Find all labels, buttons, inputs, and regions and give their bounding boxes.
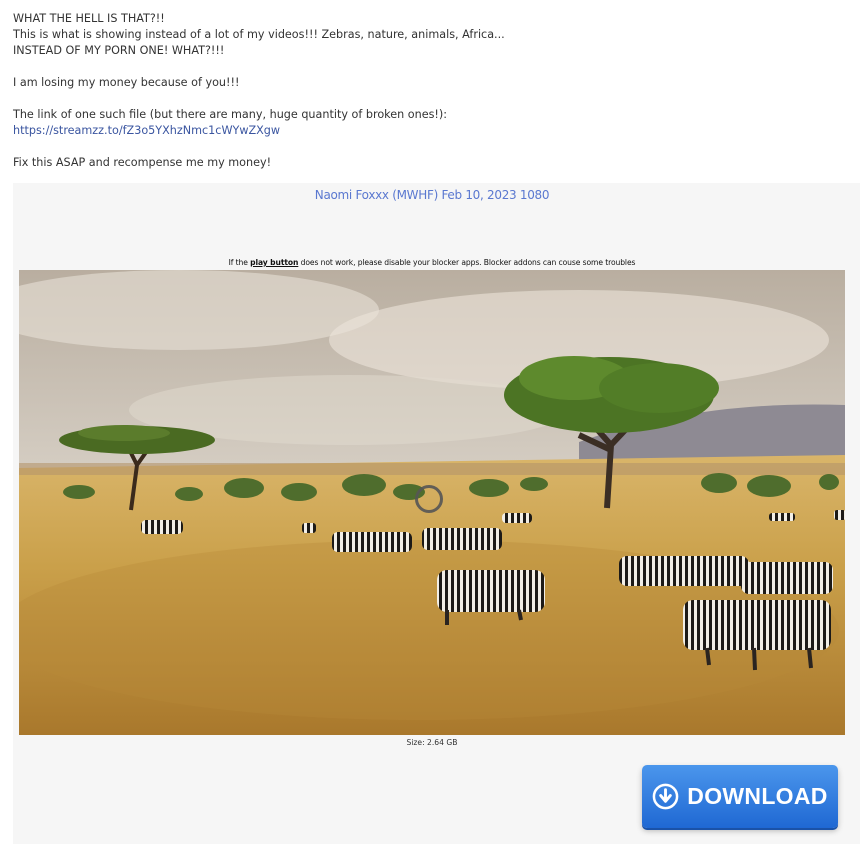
message-line-7: Fix this ASAP and recompense me my money…	[13, 156, 272, 169]
notice-play-button-text: play button	[250, 258, 299, 267]
broken-file-link[interactable]: https://streamzz.to/fZ3o5YXhzNmc1cWYwZXg…	[13, 124, 280, 137]
message-line-1: WHAT THE HELL IS THAT?!!	[13, 12, 165, 25]
download-button-label: DOWNLOAD	[687, 783, 828, 809]
download-arrow-icon	[652, 783, 679, 810]
complaint-message: WHAT THE HELL IS THAT?!! This is what is…	[13, 11, 733, 171]
message-line-2: This is what is showing instead of a lot…	[13, 28, 505, 41]
message-line-5: The link of one such file (but there are…	[13, 108, 448, 121]
loading-ring-icon[interactable]	[415, 485, 443, 513]
file-page-screenshot: Naomi Foxxx (MWHF) Feb 10, 2023 1080 If …	[13, 183, 860, 844]
notice-prefix: If the	[228, 258, 248, 267]
file-title[interactable]: Naomi Foxxx (MWHF) Feb 10, 2023 1080	[13, 188, 851, 202]
video-player[interactable]	[19, 270, 845, 735]
notice-suffix: does not work, please disable your block…	[300, 258, 636, 267]
blocker-notice: If the play button does not work, please…	[13, 258, 851, 267]
file-size: Size: 2.64 GB	[406, 738, 458, 747]
download-button[interactable]: DOWNLOAD	[642, 765, 838, 828]
message-line-3: INSTEAD OF MY PORN ONE! WHAT?!!!	[13, 44, 225, 57]
message-line-4: I am losing my money because of you!!!	[13, 76, 240, 89]
